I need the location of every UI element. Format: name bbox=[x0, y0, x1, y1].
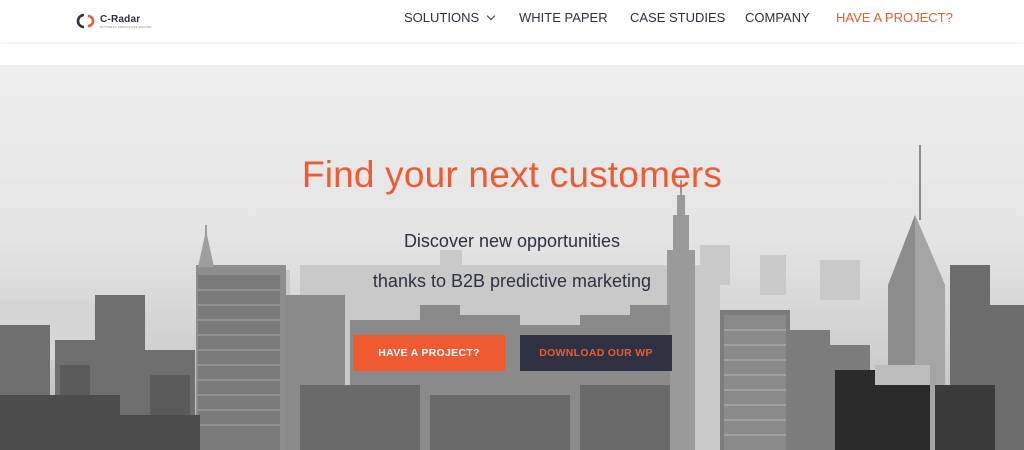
city-skyline-image bbox=[0, 145, 1024, 450]
logo[interactable]: C-Radar BUSINESS PREDICTIVE ENGINE bbox=[76, 10, 152, 32]
hero-section: Find your next customers Discover new op… bbox=[0, 65, 1024, 450]
nav-item-case-studies[interactable]: CASE STUDIES bbox=[630, 10, 725, 26]
hero-subtitle-line1: Discover new opportunities bbox=[403, 231, 621, 251]
c-radar-logo-icon bbox=[76, 13, 95, 29]
site-header: C-Radar BUSINESS PREDICTIVE ENGINE SOLUT… bbox=[0, 0, 1024, 42]
nav-item-white-paper[interactable]: WHITE PAPER bbox=[519, 10, 608, 26]
chevron-down-icon bbox=[486, 11, 496, 21]
nav-item-label: SOLUTIONS bbox=[404, 10, 480, 25]
nav-item-company[interactable]: COMPANY bbox=[745, 10, 810, 26]
have-a-project-button[interactable]: HAVE A PROJECT? bbox=[353, 335, 505, 371]
hero-subtitle-line2: thanks to B2B predictive marketing bbox=[372, 271, 652, 291]
download-wp-button[interactable]: DOWNLOAD OUR WP bbox=[520, 335, 672, 371]
hero-title: Find your next customers bbox=[301, 154, 723, 195]
logo-tagline: BUSINESS PREDICTIVE ENGINE bbox=[100, 24, 152, 29]
nav-item-solutions[interactable]: SOLUTIONS bbox=[404, 10, 496, 26]
nav-item-have-a-project[interactable]: HAVE A PROJECT? bbox=[836, 10, 953, 26]
logo-name: C-Radar bbox=[100, 13, 141, 25]
